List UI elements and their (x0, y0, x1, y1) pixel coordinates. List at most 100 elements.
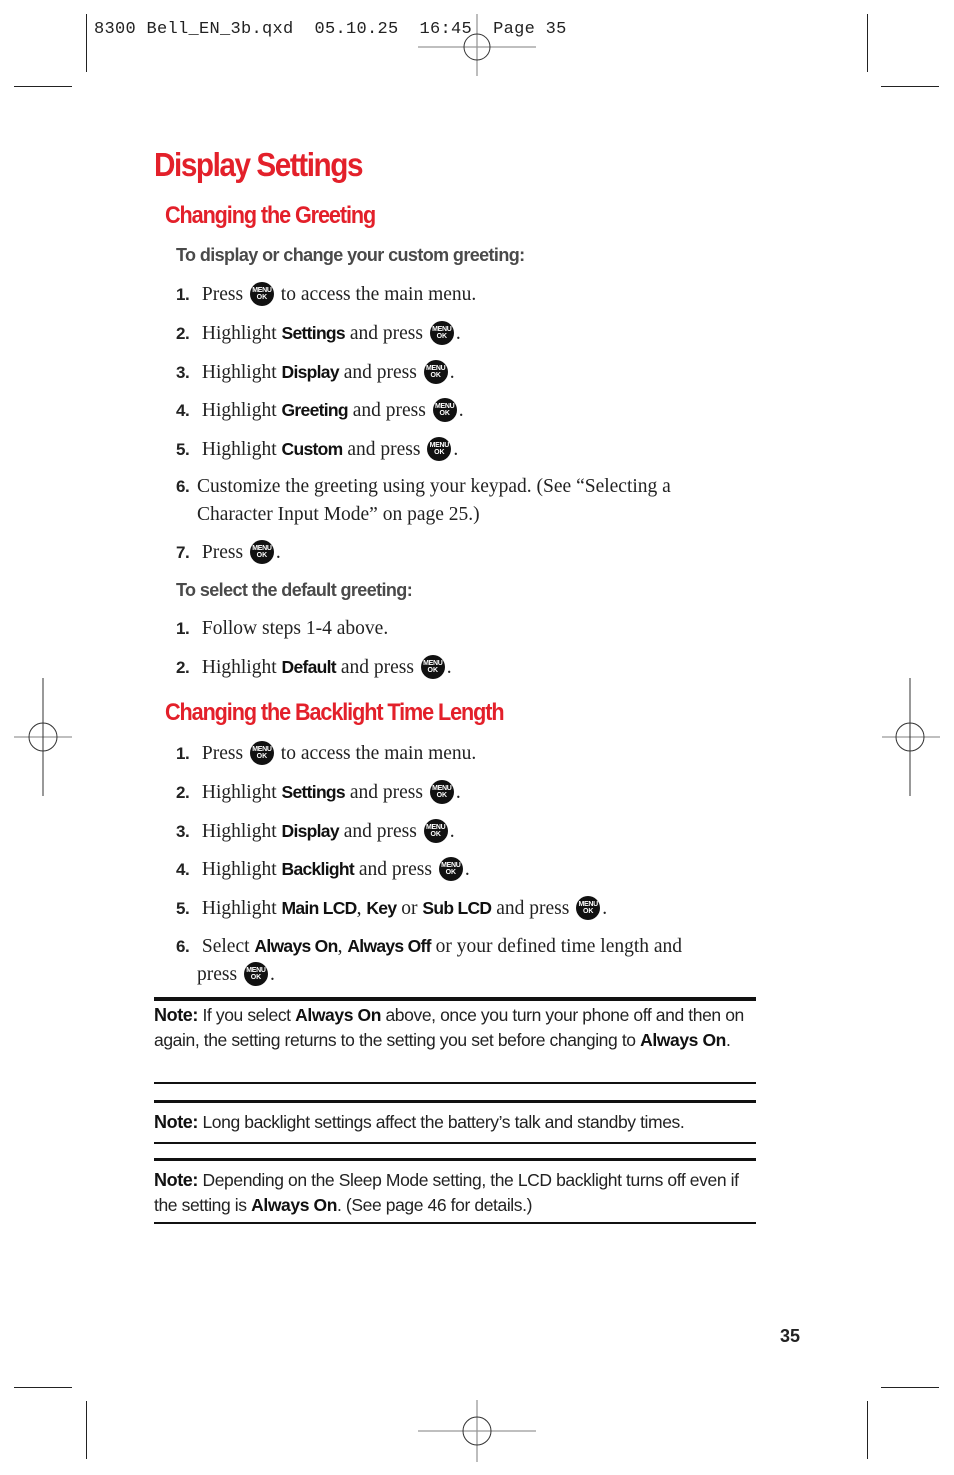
step-text: Press (201, 743, 244, 764)
crop-mark (881, 86, 939, 87)
note-text: If you select (202, 1005, 291, 1025)
crop-mark (867, 14, 868, 72)
step-text: Highlight (201, 400, 277, 421)
step-text: Press (201, 542, 244, 563)
step-text: Press (201, 284, 244, 305)
menu-ok-key-icon: MENU OK (427, 437, 452, 461)
page-number: 35 (780, 1326, 801, 1346)
menu-keyword: Settings (281, 782, 346, 802)
menu-keyword: Backlight (281, 859, 355, 879)
menu-ok-key-icon: MENU OK (249, 741, 274, 765)
step-text: or (401, 898, 418, 919)
section-heading-backlight: Changing the Backlight Time Length (165, 699, 505, 726)
step-text: and press (343, 362, 417, 383)
step-text: press (197, 964, 238, 985)
registration-mark-right (882, 678, 940, 796)
note-text: . (725, 1029, 731, 1050)
step-text: to access the main menu. (280, 284, 477, 305)
step-text: to access the main menu. (280, 743, 477, 764)
menu-ok-key-icon: MENU OK (423, 819, 448, 843)
step-text: Highlight (201, 657, 277, 678)
step-text-continued: press MENU OK. (176, 961, 756, 989)
menu-keyword: Display (281, 362, 340, 382)
step-text: and press (347, 439, 421, 460)
menu-ok-key-icon: MENU OK (243, 962, 268, 986)
step-punctuation: . (449, 821, 455, 842)
step-number: 2. (176, 658, 190, 677)
step-text: Highlight (201, 859, 277, 880)
step-punctuation: . (446, 657, 452, 678)
step-item: 4. Highlight Greeting and press MENU OK. (176, 396, 756, 425)
section-heading-greeting: Changing the Greeting (165, 202, 376, 229)
note-battery: Note: Long backlight settings affect the… (154, 1110, 756, 1135)
step-punctuation: . (453, 439, 459, 460)
step-item: 6. Customize the greeting using your keyp… (176, 473, 756, 529)
step-text: and press (358, 859, 432, 880)
step-text: and press (496, 898, 570, 919)
step-text: Follow steps 1-4 above. (201, 618, 389, 639)
step-punctuation: . (275, 542, 281, 563)
step-punctuation: . (458, 400, 464, 421)
registration-mark-left (14, 678, 72, 796)
menu-keyword: Sub LCD (422, 898, 492, 918)
menu-ok-key-icon: MENU OK (420, 655, 445, 679)
note-rule (154, 1222, 756, 1224)
step-number: 4. (176, 401, 190, 420)
note-keyword: Always On (295, 1005, 381, 1025)
step-text: Customize the greeting using your keypad… (197, 476, 671, 497)
step-item: 7. Press MENU OK. (176, 539, 756, 567)
menu-keyword: Default (281, 657, 337, 677)
menu-keyword: Custom (281, 439, 344, 459)
step-number: 2. (176, 783, 190, 802)
step-number: 6. (176, 937, 190, 956)
note-text: . (See page 46 for details.) (337, 1194, 533, 1215)
crop-mark (86, 14, 87, 72)
step-number: 1. (176, 285, 190, 304)
registration-mark-bottom (418, 1400, 536, 1462)
note-keyword: Always On (251, 1194, 337, 1215)
menu-ok-key-icon: MENU OK (249, 540, 274, 564)
step-item: 2. Highlight Default and press MENU OK. (176, 653, 756, 682)
step-punctuation: . (464, 859, 470, 880)
step-item: 3. Highlight Display and press MENU OK. (176, 358, 756, 387)
note-rule (154, 1158, 756, 1161)
step-number: 1. (176, 744, 190, 763)
step-punctuation: . (455, 323, 461, 344)
note-text: Long backlight settings affect the batte… (202, 1112, 685, 1132)
crop-mark (881, 1387, 939, 1388)
step-number: 3. (176, 822, 190, 841)
step-punctuation: . (269, 964, 275, 985)
note-rule (154, 997, 756, 1001)
step-text: Highlight (201, 782, 277, 803)
menu-ok-key-icon: MENU OK (249, 282, 274, 306)
menu-ok-key-icon: MENU OK (429, 321, 454, 345)
step-item: 6. Select Always On, Always Off or your … (176, 932, 756, 989)
step-text-continued: Character Input Mode” on page 25.) (197, 504, 480, 525)
step-number: 1. (176, 619, 190, 638)
step-text: Select (201, 936, 250, 957)
step-number: 4. (176, 860, 190, 879)
step-number: 7. (176, 543, 190, 562)
step-text: Highlight (201, 821, 277, 842)
print-slug-line: 8300 Bell_EN_3b.qxd 05.10.25 16:45 Page … (94, 20, 567, 39)
step-text: and press (343, 821, 417, 842)
step-text: Highlight (201, 898, 277, 919)
step-text: or your defined time length and (435, 936, 683, 957)
note-rule (154, 1100, 756, 1103)
step-text: and press (349, 323, 423, 344)
menu-keyword: Always Off (347, 936, 431, 956)
crop-mark (14, 1387, 72, 1388)
note-label: Note: (154, 1005, 198, 1025)
page-title: Display Settings (154, 146, 363, 183)
step-text: Highlight (201, 362, 277, 383)
step-punctuation: , (337, 936, 343, 957)
step-number: 5. (176, 440, 190, 459)
step-punctuation: , (356, 898, 362, 919)
note-always-on: Note: If you select Always On above, onc… (154, 1003, 756, 1052)
note-keyword: Always On (640, 1029, 726, 1050)
subheading-custom-greeting: To display or change your custom greetin… (176, 245, 525, 265)
step-number: 5. (176, 899, 190, 918)
step-number: 3. (176, 363, 190, 382)
menu-ok-key-icon: MENU OK (438, 857, 463, 881)
step-item: 2. Highlight Settings and press MENU OK. (176, 778, 756, 807)
